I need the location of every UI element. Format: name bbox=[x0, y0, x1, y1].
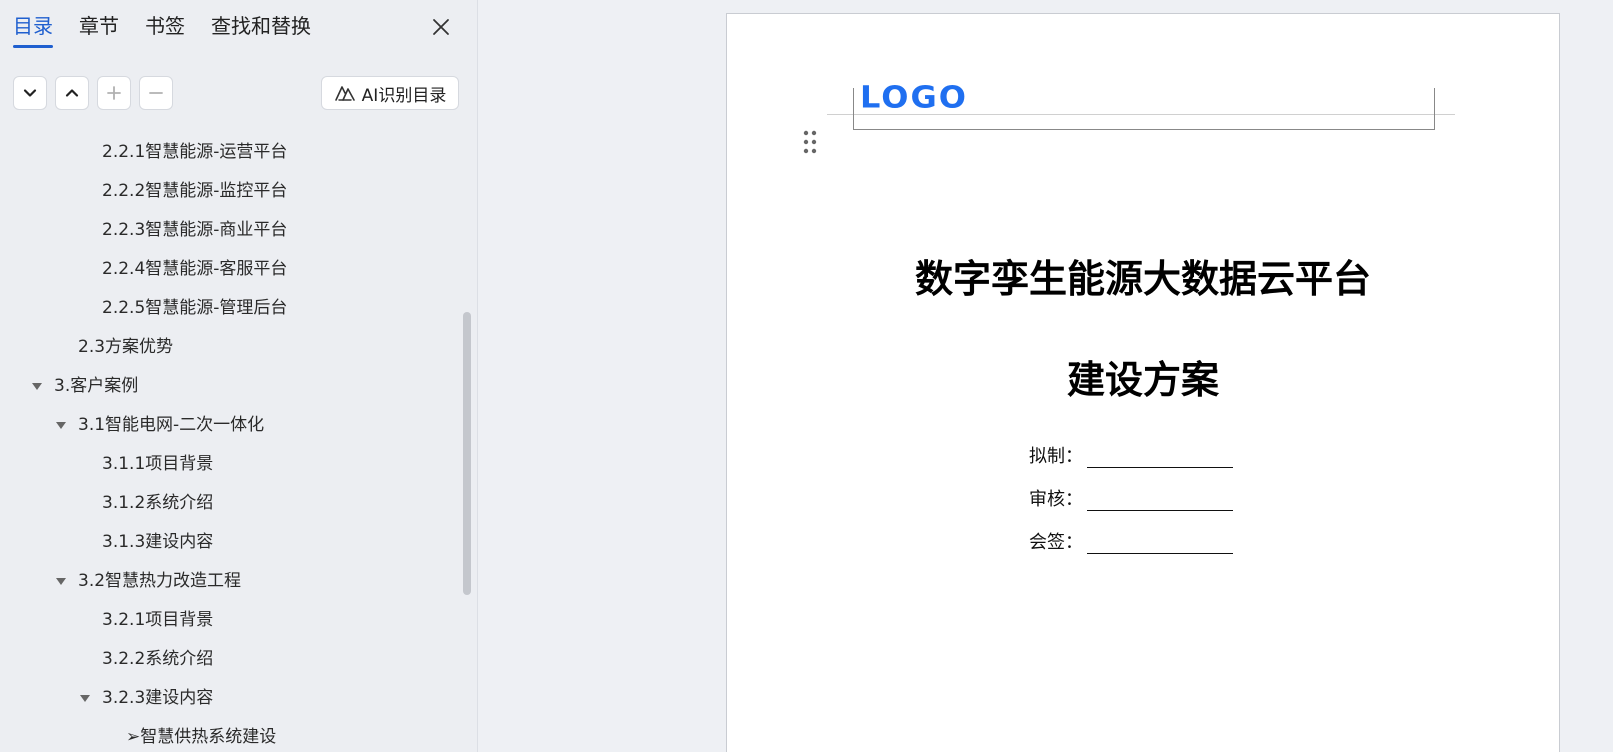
signature-label: 会签： bbox=[1029, 532, 1083, 553]
ai-recognize-toc-button[interactable]: AI识别目录 bbox=[321, 76, 459, 110]
signature-blank[interactable] bbox=[1087, 532, 1233, 554]
toc-item[interactable]: 3.客户案例 bbox=[32, 372, 138, 400]
caret-down-icon[interactable] bbox=[56, 577, 66, 585]
toc-item-label: ➢智慧供热系统建设 bbox=[126, 727, 277, 747]
signature-line-review[interactable]: 审核： bbox=[1029, 481, 1233, 511]
chevron-down-icon bbox=[23, 89, 37, 97]
tab-bookmarks[interactable]: 书签 bbox=[145, 12, 185, 46]
toc-item-label: 3.客户案例 bbox=[54, 376, 139, 396]
expand-all-button[interactable] bbox=[13, 76, 47, 110]
close-icon bbox=[433, 19, 449, 35]
toc-item[interactable]: 3.2.1项目背景 bbox=[102, 606, 213, 634]
drag-handle[interactable] bbox=[803, 130, 817, 154]
toc-item-label: 3.1.2系统介绍 bbox=[102, 493, 214, 513]
toc-item[interactable]: 3.1.1项目背景 bbox=[102, 450, 213, 478]
toc-item-label: 3.1.3建设内容 bbox=[102, 532, 214, 552]
close-sidebar-button[interactable] bbox=[428, 14, 454, 40]
minus-icon bbox=[149, 92, 163, 94]
caret-down-icon[interactable] bbox=[80, 694, 90, 702]
sidebar-tabs: 目录 章节 书签 查找和替换 bbox=[13, 12, 311, 48]
toc-item[interactable]: ➢智慧供热系统建设 bbox=[126, 723, 276, 751]
toc-item-label: 2.2.3智慧能源-商业平台 bbox=[102, 220, 288, 240]
toc-item[interactable]: 2.2.5智慧能源-管理后台 bbox=[102, 294, 287, 322]
toc-item-label: 2.3方案优势 bbox=[78, 337, 174, 357]
toc-list: 2.2.1智慧能源-运营平台 2.2.2智慧能源-监控平台 2.2.3智慧能源-… bbox=[0, 132, 462, 752]
header-logo[interactable]: LOGO bbox=[860, 79, 968, 115]
toc-item-label: 2.2.2智慧能源-监控平台 bbox=[102, 181, 288, 201]
add-heading-button[interactable] bbox=[97, 76, 131, 110]
toc-item[interactable]: 3.1.3建设内容 bbox=[102, 528, 213, 556]
ai-sparkle-icon bbox=[334, 86, 355, 101]
chevron-up-icon bbox=[65, 89, 79, 97]
document-page[interactable]: LOGO 数字孪生能源大数据云平台 建设方案 拟制： 审核： 会签： bbox=[726, 13, 1560, 752]
toc-item[interactable]: 2.2.1智慧能源-运营平台 bbox=[102, 138, 287, 166]
tab-toc[interactable]: 目录 bbox=[13, 12, 53, 48]
toc-toolbar: AI识别目录 bbox=[13, 76, 459, 110]
tab-find-replace[interactable]: 查找和替换 bbox=[211, 12, 311, 46]
toc-item[interactable]: 2.2.4智慧能源-客服平台 bbox=[102, 255, 287, 283]
ai-button-label: AI识别目录 bbox=[361, 85, 447, 106]
toc-item[interactable]: 3.1.2系统介绍 bbox=[102, 489, 213, 517]
toc-item[interactable]: 2.2.3智慧能源-商业平台 bbox=[102, 216, 287, 244]
document-title-line-1[interactable]: 数字孪生能源大数据云平台 bbox=[727, 248, 1559, 303]
remove-heading-button[interactable] bbox=[139, 76, 173, 110]
toc-item[interactable]: 3.2智慧热力改造工程 bbox=[56, 567, 241, 595]
plus-icon bbox=[107, 86, 121, 100]
toc-item[interactable]: 2.3方案优势 bbox=[78, 333, 173, 361]
toc-item-label: 3.2.1项目背景 bbox=[102, 610, 214, 630]
toc-item[interactable]: 3.2.2系统介绍 bbox=[102, 645, 213, 673]
toc-item-label: 2.2.1智慧能源-运营平台 bbox=[102, 142, 288, 162]
toc-item-label: 2.2.4智慧能源-客服平台 bbox=[102, 259, 288, 279]
toc-item-label: 3.2智慧热力改造工程 bbox=[78, 571, 242, 591]
drag-handle-icon bbox=[803, 130, 817, 154]
signature-line-countersign[interactable]: 会签： bbox=[1029, 524, 1233, 554]
toc-scrollbar-thumb[interactable] bbox=[463, 312, 471, 595]
toc-item-label: 3.2.2系统介绍 bbox=[102, 649, 214, 669]
toc-item-label: 2.2.5智慧能源-管理后台 bbox=[102, 298, 288, 318]
toc-item[interactable]: 3.1智能电网-二次一体化 bbox=[56, 411, 264, 439]
collapse-all-button[interactable] bbox=[55, 76, 89, 110]
toc-item[interactable]: 3.2.3建设内容 bbox=[80, 684, 213, 712]
signature-line-draft[interactable]: 拟制： bbox=[1029, 438, 1233, 468]
document-title-line-2[interactable]: 建设方案 bbox=[727, 349, 1559, 404]
toc-item-label: 3.2.3建设内容 bbox=[102, 688, 214, 708]
signature-label: 审核： bbox=[1029, 489, 1083, 510]
signature-label: 拟制： bbox=[1029, 446, 1083, 467]
toc-item[interactable]: 2.2.2智慧能源-监控平台 bbox=[102, 177, 287, 205]
navigation-sidebar: 目录 章节 书签 查找和替换 AI识别目录 2.2.1智慧能源-运营平台 2.2… bbox=[0, 0, 478, 752]
caret-down-icon[interactable] bbox=[56, 421, 66, 429]
caret-down-icon[interactable] bbox=[32, 382, 42, 390]
toc-item-label: 3.1智能电网-二次一体化 bbox=[78, 415, 265, 435]
tab-chapters[interactable]: 章节 bbox=[79, 12, 119, 46]
signature-blank[interactable] bbox=[1087, 446, 1233, 468]
toc-item-label: 3.1.1项目背景 bbox=[102, 454, 214, 474]
signature-blank[interactable] bbox=[1087, 489, 1233, 511]
